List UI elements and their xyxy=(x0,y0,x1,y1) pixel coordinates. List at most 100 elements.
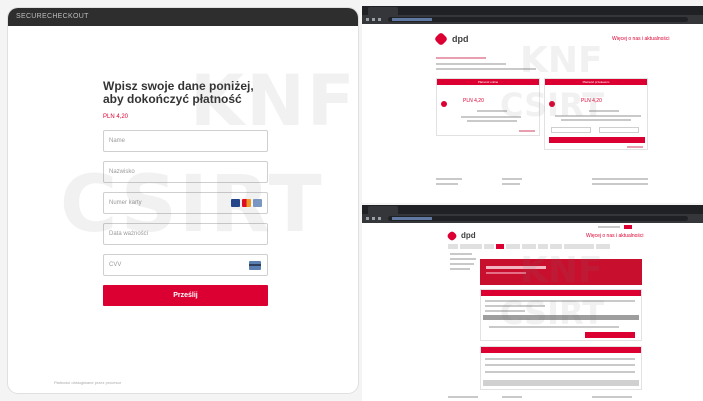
browser-tab-bar xyxy=(362,205,703,214)
dpd-tracking-browser-window: dpd Więcej o nas i aktualności xyxy=(362,205,703,401)
bank-option[interactable] xyxy=(599,127,639,133)
payment-logo-icon xyxy=(441,101,447,107)
table-row xyxy=(485,358,635,360)
tracking-history-panel xyxy=(480,346,642,390)
text-line xyxy=(436,68,536,70)
footer-line xyxy=(592,183,648,185)
url-field[interactable] xyxy=(388,17,688,22)
dpd-logo: dpd xyxy=(433,31,469,47)
expiry-placeholder: Data ważności xyxy=(109,231,149,237)
history-expand-bar[interactable] xyxy=(483,380,639,386)
mastercard-icon xyxy=(242,199,251,207)
footer-line xyxy=(436,183,458,185)
top-util-badge[interactable] xyxy=(624,225,632,229)
browser-tab[interactable] xyxy=(368,7,398,15)
table-row xyxy=(485,364,635,366)
dpd-payment-browser-window: dpd Więcej o nas i aktualności Płatność … xyxy=(362,6,703,203)
browser-tab-bar xyxy=(362,6,703,15)
header-link[interactable]: Więcej o nas i aktualności xyxy=(612,36,670,42)
first-name-placeholder: Name xyxy=(109,138,126,144)
sidebar-line xyxy=(450,268,470,270)
parcel-status-bar xyxy=(483,315,639,320)
dpd-logo-text: dpd xyxy=(452,34,469,44)
transfer-payment-amount: PLN 4,20 xyxy=(581,98,602,104)
expiry-input[interactable]: Data ważności xyxy=(103,223,268,245)
card-number-input[interactable]: Numer karty xyxy=(103,192,268,214)
form-heading: Wpisz swoje dane poniżej, aby dokończyć … xyxy=(103,79,254,106)
nav-buttons-icon[interactable] xyxy=(366,217,382,220)
transfer-logo-icon xyxy=(549,101,555,107)
cvv-card-icon xyxy=(249,261,261,270)
nav-item[interactable] xyxy=(506,244,520,249)
banner-subtitle-line xyxy=(486,272,526,274)
payment-form-window: SECURECHECKOUT Wpisz swoje dane poniżej,… xyxy=(8,8,358,393)
first-name-input[interactable]: Name xyxy=(103,130,268,152)
text-line xyxy=(489,326,619,328)
cvv-placeholder: CVV xyxy=(109,262,122,268)
nav-item[interactable] xyxy=(460,244,482,249)
header-link[interactable]: Więcej o nas i aktualności xyxy=(586,233,644,239)
bank-option[interactable] xyxy=(551,127,591,133)
form-footer: Płatności obsługiwane przez procesor xyxy=(54,380,122,385)
top-util-line xyxy=(598,226,620,228)
card-generic-icon xyxy=(253,199,262,207)
footer-line xyxy=(436,178,462,180)
secure-checkout-bar: SECURECHECKOUT xyxy=(8,8,358,26)
url-field[interactable] xyxy=(388,216,688,221)
nav-item[interactable] xyxy=(448,244,458,249)
nav-item[interactable] xyxy=(550,244,562,249)
dpd-cube-icon xyxy=(446,229,458,242)
footer-line xyxy=(448,396,478,398)
screenshot-collage: SECURECHECKOUT Wpisz swoje dane poniżej,… xyxy=(0,0,703,401)
text-line xyxy=(467,120,517,122)
sidebar-line xyxy=(450,263,474,265)
tracking-history-header xyxy=(481,347,641,353)
sidebar-line xyxy=(450,258,476,260)
footer-line xyxy=(502,396,522,398)
online-payment-panel: Płatność online PLN 4,20 xyxy=(436,78,540,136)
payment-form: Wpisz swoje dane poniżej, aby dokończyć … xyxy=(103,80,268,306)
parcel-action-button[interactable] xyxy=(585,332,635,338)
footer-line xyxy=(592,396,632,398)
card-brands-icon xyxy=(231,199,262,207)
footer-line xyxy=(592,178,648,180)
link-line[interactable] xyxy=(519,130,535,132)
nav-item[interactable] xyxy=(484,244,494,249)
text-line xyxy=(436,57,486,59)
dpd-cube-icon xyxy=(433,31,449,47)
nav-item[interactable] xyxy=(596,244,610,249)
text-line xyxy=(477,110,507,112)
submit-button[interactable]: Prześlij xyxy=(103,285,268,306)
dpd-logo: dpd xyxy=(446,229,476,242)
nav-item[interactable] xyxy=(538,244,548,249)
browser-address-bar xyxy=(362,15,703,24)
transfer-payment-panel: Płatność przelewem PLN 4,20 xyxy=(544,78,648,150)
card-number-placeholder: Numer karty xyxy=(109,200,142,206)
banner-title-line xyxy=(486,266,546,269)
nav-item[interactable] xyxy=(522,244,536,249)
text-line xyxy=(561,119,631,121)
online-payment-title: Płatność online xyxy=(477,80,499,84)
sidebar-line xyxy=(450,253,472,255)
browser-address-bar xyxy=(362,214,703,223)
browser-tab[interactable] xyxy=(368,206,398,214)
transfer-payment-title: Płatność przelewem xyxy=(582,80,610,84)
transfer-button[interactable] xyxy=(549,137,645,143)
online-payment-header: Płatność online xyxy=(437,79,539,85)
visa-icon xyxy=(231,199,240,207)
parcel-info-panel xyxy=(480,289,642,341)
nav-buttons-icon[interactable] xyxy=(366,18,382,21)
text-line xyxy=(436,63,506,65)
cvv-input[interactable]: CVV xyxy=(103,254,268,276)
payment-amount: PLN 4,20 xyxy=(103,114,129,120)
text-line xyxy=(589,110,619,112)
main-nav xyxy=(448,244,610,249)
nav-item-active[interactable] xyxy=(496,244,504,249)
text-line xyxy=(555,115,641,117)
last-name-placeholder: Nazwisko xyxy=(109,169,135,175)
link-line[interactable] xyxy=(627,146,643,148)
online-payment-amount: PLN 4,20 xyxy=(463,98,484,104)
dpd-logo-text: dpd xyxy=(461,231,476,240)
nav-item[interactable] xyxy=(564,244,594,249)
last-name-input[interactable]: Nazwisko xyxy=(103,161,268,183)
